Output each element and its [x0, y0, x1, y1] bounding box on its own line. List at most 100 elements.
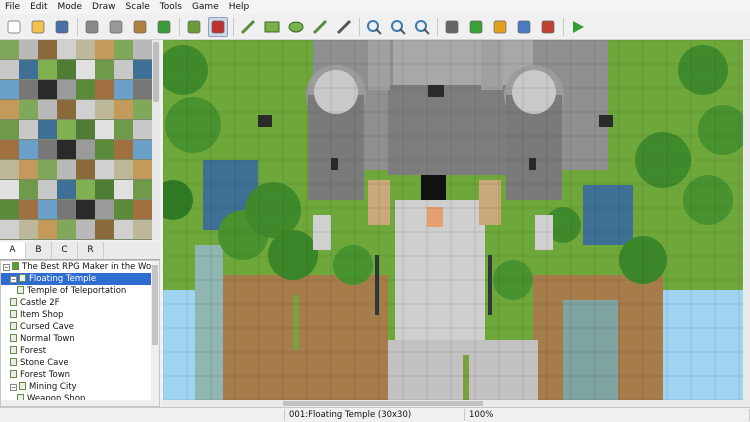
tileset-tile[interactable] — [38, 160, 57, 179]
tileset-tab-a[interactable]: A — [0, 242, 26, 259]
menu-draw[interactable]: Draw — [87, 0, 121, 14]
ellipse-icon[interactable] — [286, 17, 306, 37]
tileset-tile[interactable] — [57, 60, 76, 79]
tileset-tile[interactable] — [57, 120, 76, 139]
tileset-tile[interactable] — [0, 220, 19, 239]
map-tree-item[interactable]: − Floating Temple — [1, 273, 153, 285]
tileset-tile[interactable] — [38, 120, 57, 139]
tileset-tile[interactable] — [38, 220, 57, 239]
tileset-tile[interactable] — [95, 40, 114, 59]
tileset-tile[interactable] — [19, 180, 38, 199]
character-generator-icon[interactable] — [538, 17, 558, 37]
menu-help[interactable]: Help — [224, 0, 255, 14]
map-editor-canvas[interactable] — [163, 40, 750, 407]
tileset-tile[interactable] — [38, 80, 57, 99]
tileset-tile[interactable] — [0, 160, 19, 179]
tileset-tile[interactable] — [0, 40, 19, 59]
tileset-tile[interactable] — [57, 220, 76, 239]
tileset-tile[interactable] — [114, 40, 133, 59]
tileset-tile[interactable] — [57, 100, 76, 119]
tileset-tile[interactable] — [19, 220, 38, 239]
map-tree-item[interactable]: Normal Town — [1, 333, 153, 345]
tileset-tile[interactable] — [76, 80, 95, 99]
tileset-tile[interactable] — [0, 120, 19, 139]
tileset-tile[interactable] — [19, 140, 38, 159]
tileset-tile[interactable] — [76, 200, 95, 219]
tileset-tile[interactable] — [76, 160, 95, 179]
tree-expander-icon[interactable]: − — [3, 264, 10, 271]
tileset-tile[interactable] — [57, 140, 76, 159]
menu-file[interactable]: File — [0, 0, 25, 14]
tileset-tile[interactable] — [57, 80, 76, 99]
map-tree-hscrollbar[interactable] — [1, 400, 159, 406]
map-tree-item[interactable]: Castle 2F — [1, 297, 153, 309]
tileset-tile[interactable] — [0, 60, 19, 79]
tileset-tile[interactable] — [57, 200, 76, 219]
map-tree-item[interactable]: Stone Cave — [1, 357, 153, 369]
tileset-tile[interactable] — [0, 100, 19, 119]
event-searcher-icon[interactable] — [514, 17, 534, 37]
tileset-tile[interactable] — [95, 80, 114, 99]
paste-icon[interactable] — [130, 17, 150, 37]
tileset-tile[interactable] — [114, 120, 133, 139]
tileset-tile[interactable] — [114, 200, 133, 219]
tileset-tile[interactable] — [133, 40, 152, 59]
tileset-tile[interactable] — [38, 40, 57, 59]
tileset-tile[interactable] — [76, 140, 95, 159]
copy-icon[interactable] — [106, 17, 126, 37]
playtest-icon[interactable] — [568, 17, 588, 37]
zoom-out-icon[interactable] — [388, 17, 408, 37]
tileset-tile[interactable] — [95, 180, 114, 199]
menu-mode[interactable]: Mode — [53, 0, 88, 14]
rectangle-icon[interactable] — [262, 17, 282, 37]
map-canvas[interactable] — [163, 40, 748, 401]
map-tree-item[interactable]: − The Best RPG Maker in the World — [1, 261, 159, 273]
pencil-icon[interactable] — [238, 17, 258, 37]
tileset-tile[interactable] — [19, 100, 38, 119]
open-project-icon[interactable] — [28, 17, 48, 37]
tileset-tile[interactable] — [76, 180, 95, 199]
event-mode-icon[interactable] — [208, 16, 228, 37]
tileset-tile[interactable] — [95, 120, 114, 139]
undo-icon[interactable] — [154, 17, 174, 37]
actual-size-icon[interactable] — [412, 17, 432, 37]
menu-game[interactable]: Game — [187, 0, 224, 14]
tileset-tile[interactable] — [133, 100, 152, 119]
tree-expander-icon[interactable]: − — [10, 276, 17, 283]
tileset-palette[interactable] — [0, 40, 160, 240]
tileset-tile[interactable] — [0, 180, 19, 199]
tileset-tile[interactable] — [19, 80, 38, 99]
tileset-tab-c[interactable]: C — [52, 242, 78, 259]
tileset-tile[interactable] — [19, 160, 38, 179]
tileset-tile[interactable] — [133, 60, 152, 79]
tileset-tile[interactable] — [76, 40, 95, 59]
tileset-tile[interactable] — [38, 60, 57, 79]
map-hscrollbar[interactable] — [163, 400, 743, 407]
new-project-icon[interactable] — [4, 17, 24, 37]
map-tree-item[interactable]: Forest Town — [1, 369, 153, 381]
plugin-manager-icon[interactable] — [466, 17, 486, 37]
tileset-tile[interactable] — [114, 220, 133, 239]
tileset-tile[interactable] — [95, 200, 114, 219]
tileset-tile[interactable] — [133, 200, 152, 219]
tileset-tile[interactable] — [57, 40, 76, 59]
shadow-pen-icon[interactable] — [334, 17, 354, 37]
tileset-tile[interactable] — [38, 180, 57, 199]
map-tree-item[interactable]: Forest — [1, 345, 153, 357]
tileset-tile[interactable] — [76, 220, 95, 239]
tileset-tile[interactable] — [19, 40, 38, 59]
menu-edit[interactable]: Edit — [25, 0, 52, 14]
tileset-tile[interactable] — [133, 160, 152, 179]
tileset-tile[interactable] — [76, 100, 95, 119]
tileset-tab-r[interactable]: R — [78, 242, 104, 259]
map-tree-item[interactable]: − Mining City — [1, 381, 153, 393]
tileset-tile[interactable] — [57, 160, 76, 179]
tileset-tile[interactable] — [76, 60, 95, 79]
tileset-tile[interactable] — [95, 160, 114, 179]
tileset-tile[interactable] — [95, 60, 114, 79]
tree-expander-icon[interactable]: − — [10, 384, 17, 391]
tileset-tile[interactable] — [133, 180, 152, 199]
tileset-tile[interactable] — [114, 180, 133, 199]
tileset-tile[interactable] — [114, 140, 133, 159]
tileset-tile[interactable] — [38, 140, 57, 159]
